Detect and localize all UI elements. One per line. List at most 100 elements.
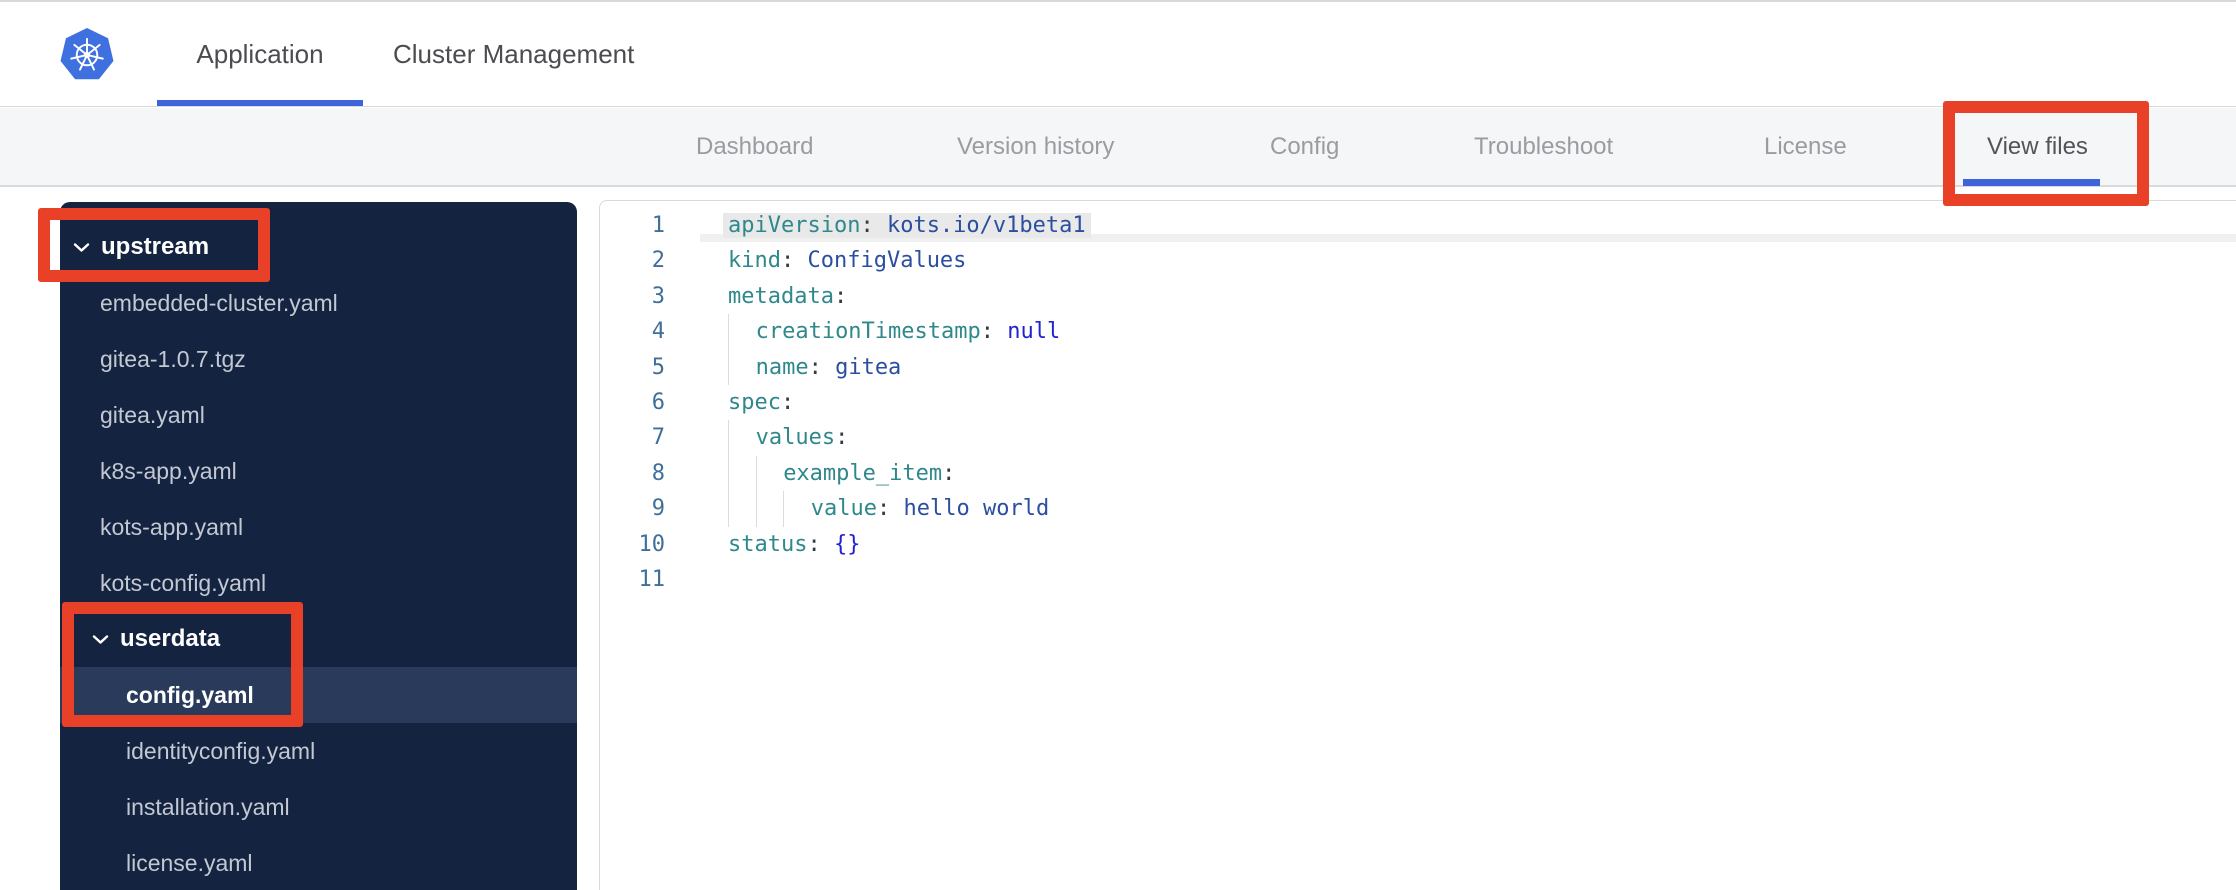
- token-key: name: [755, 354, 809, 380]
- nav-tab-version-history[interactable]: Version history: [957, 108, 1114, 185]
- tree-item-gitea-1-0-7-tgz[interactable]: gitea-1.0.7.tgz: [60, 331, 577, 387]
- nav-tab-view-files[interactable]: View files: [1963, 108, 2100, 186]
- token-punc: :: [835, 425, 849, 451]
- tree-item-upstream[interactable]: upstream: [60, 219, 577, 275]
- token-key: values: [755, 425, 836, 451]
- code-text: status: {}: [665, 527, 860, 562]
- code-line: 9 value: hello world: [600, 491, 2236, 527]
- token-key: creationTimestamp: [755, 319, 981, 345]
- file-label: config.yaml: [126, 681, 254, 708]
- token-key: apiVersion: [728, 213, 861, 238]
- token-key: spec: [728, 389, 781, 415]
- file-label: gitea-1.0.7.tgz: [100, 345, 246, 372]
- token-key: status: [728, 531, 808, 557]
- tree-item-license-yaml[interactable]: license.yaml: [60, 835, 577, 890]
- token-punc: :: [833, 283, 848, 309]
- nav-tab-label: Config: [1270, 132, 1340, 160]
- line-number: 3: [651, 283, 665, 309]
- indent-guide: [755, 491, 784, 527]
- tree-item-k8s-app-yaml[interactable]: k8s-app.yaml: [60, 443, 577, 499]
- folder-label: userdata: [120, 625, 221, 652]
- code-line: 1 apiVersion: kots.io/v1beta1: [600, 208, 2236, 243]
- tree-item-config-yaml[interactable]: config.yaml: [60, 667, 577, 723]
- tree-item-gitea-yaml[interactable]: gitea.yaml: [60, 387, 577, 443]
- code-text: value: hello world: [665, 491, 1050, 527]
- file-tree-sidebar: upstream embedded-cluster.yaml gitea-1.0.7…: [60, 202, 577, 890]
- line-number: 1: [651, 213, 665, 238]
- tree-item-userdata[interactable]: userdata: [60, 611, 577, 667]
- token-kw: null: [1007, 319, 1061, 345]
- code-line: 6 spec:: [600, 385, 2236, 420]
- token-key: kind: [728, 248, 781, 274]
- token-str: ConfigValues: [807, 248, 967, 274]
- tab-application[interactable]: Application: [157, 2, 363, 106]
- indent-guide: [728, 455, 756, 492]
- code-line: 3 metadata:: [600, 279, 2236, 314]
- tree-item-identityconfig-yaml[interactable]: identityconfig.yaml: [60, 723, 577, 779]
- nav-tab-troubleshoot[interactable]: Troubleshoot: [1474, 108, 1613, 185]
- tree-item-embedded-cluster-yaml[interactable]: embedded-cluster.yaml: [60, 275, 577, 331]
- file-label: gitea.yaml: [100, 401, 205, 428]
- token-punc: :: [808, 354, 836, 380]
- nav-tab-license[interactable]: License: [1764, 108, 1847, 185]
- code-text: kind: ConfigValues: [665, 243, 966, 278]
- indent-guide: [728, 420, 756, 456]
- code-text: metadata:: [665, 279, 847, 314]
- indent-guide: [728, 314, 756, 350]
- nav-tab-label: Dashboard: [696, 132, 814, 160]
- token-punc: :: [942, 460, 956, 486]
- nav-tab-dashboard[interactable]: Dashboard: [696, 108, 813, 185]
- chevron-down-icon: [92, 634, 109, 644]
- code-editor[interactable]: 1 apiVersion: kots.io/v1beta1 2 kind: Confi…: [599, 200, 2236, 890]
- file-label: license.yaml: [126, 849, 253, 876]
- token-kw: {}: [833, 531, 861, 557]
- tree-item-installation-yaml[interactable]: installation.yaml: [60, 779, 577, 835]
- code-line: 2 kind: ConfigValues: [600, 243, 2236, 278]
- line-number: 6: [651, 389, 665, 415]
- line-number: 8: [651, 460, 665, 486]
- nav-tab-config[interactable]: Config: [1270, 108, 1339, 185]
- file-label: k8s-app.yaml: [100, 457, 237, 484]
- code-line: 5 name: gitea: [600, 349, 2236, 385]
- token-punc: :: [980, 319, 1008, 345]
- tree-item-kots-config-yaml[interactable]: kots-config.yaml: [60, 555, 577, 611]
- code-line: 8 example_item:: [600, 455, 2236, 492]
- nav-tab-label: Troubleshoot: [1474, 132, 1614, 160]
- code-line: 7 values:: [600, 420, 2236, 456]
- file-label: embedded-cluster.yaml: [100, 289, 338, 316]
- file-label: kots-config.yaml: [100, 569, 267, 596]
- line-number: 7: [651, 425, 665, 451]
- kubernetes-logo-icon: [60, 28, 114, 80]
- code-text: values:: [665, 420, 849, 456]
- indent-guide: [755, 455, 784, 492]
- code-text: name: gitea: [665, 349, 902, 385]
- token-str: gitea: [835, 354, 902, 380]
- secondary-nav: Dashboard Version history Config Troublesho…: [0, 108, 2236, 187]
- nav-tab-label: Version history: [957, 132, 1115, 160]
- nav-tab-label: License: [1764, 132, 1847, 160]
- tab-application-label: Application: [196, 38, 324, 69]
- file-label: installation.yaml: [126, 793, 290, 820]
- tab-cluster-management[interactable]: Cluster Management: [393, 2, 634, 106]
- token-punc: :: [780, 389, 795, 415]
- line-number: 10: [638, 531, 666, 557]
- tab-cluster-management-label: Cluster Management: [393, 38, 635, 69]
- indent-guide: [728, 349, 756, 385]
- code-text: spec:: [665, 385, 794, 420]
- line-number: 4: [651, 319, 665, 345]
- token-punc: :: [877, 496, 904, 522]
- file-label: kots-app.yaml: [100, 513, 244, 540]
- token-key: value: [810, 496, 878, 522]
- file-label: identityconfig.yaml: [126, 737, 316, 764]
- code-text: creationTimestamp: null: [665, 314, 1061, 350]
- line-number: 5: [651, 354, 665, 380]
- tree-item-kots-app-yaml[interactable]: kots-app.yaml: [60, 499, 577, 555]
- token-str: hello world: [903, 496, 1050, 522]
- token-punc: :: [860, 213, 887, 238]
- token-str: kots.io/v1beta1: [886, 213, 1086, 238]
- code-line: 10 status: {}: [600, 527, 2236, 562]
- line-number: 2: [651, 248, 665, 274]
- token-key: metadata: [728, 283, 834, 309]
- code-line: 4 creationTimestamp: null: [600, 314, 2236, 350]
